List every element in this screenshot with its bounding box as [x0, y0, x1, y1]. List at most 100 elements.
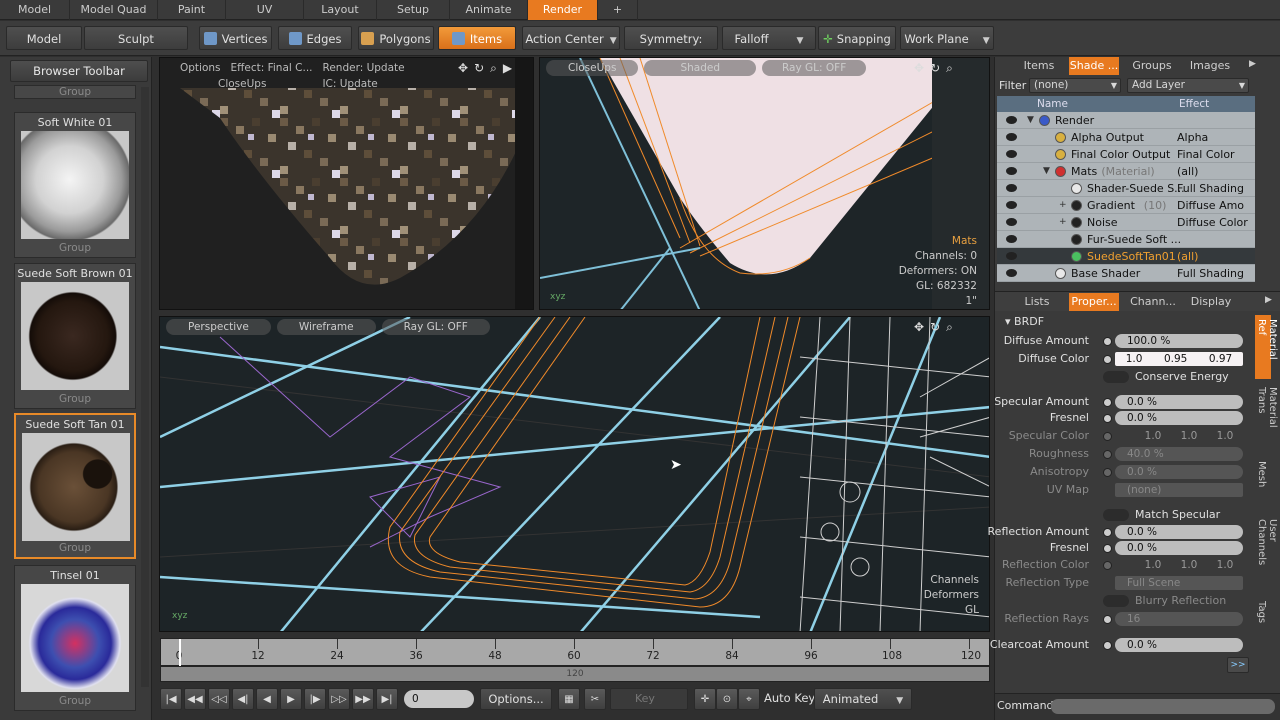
side-tab-material-trans[interactable]: Material Trans [1255, 383, 1278, 453]
preset-card-suede-soft-brown[interactable]: Suede Soft Brown 01 Group [14, 263, 136, 409]
col-effect-header[interactable]: Effect [1179, 96, 1209, 112]
animated-dropdown[interactable]: Animated ▼ [814, 688, 912, 710]
zoom-icon[interactable]: ⌕ [946, 320, 959, 334]
color-r[interactable]: 1.0 [1126, 352, 1143, 366]
blurry-reflection-checkbox[interactable] [1103, 595, 1129, 607]
color-b[interactable]: 0.97 [1209, 352, 1232, 366]
shader-row-effect[interactable]: (all) [1177, 163, 1198, 180]
prev-key-alt-icon[interactable]: ◁◁ [208, 688, 230, 710]
tab-items[interactable]: Items [1015, 57, 1063, 75]
reflection-type-dropdown[interactable]: Full Scene [1115, 576, 1243, 590]
falloff-dropdown[interactable]: Falloff ▼ [722, 26, 816, 50]
closeups-view-dropdown[interactable]: CloseUps [546, 60, 639, 76]
play-icon[interactable]: ▶ [503, 61, 518, 75]
work-plane-dropdown[interactable]: Work Plane ▼ [900, 26, 994, 50]
brdf-section-header[interactable]: ▾ BRDF [1005, 315, 1044, 328]
options-menu[interactable]: Options [180, 62, 221, 78]
visibility-eye-icon[interactable] [1006, 167, 1017, 175]
channel-dot-icon[interactable] [1103, 450, 1112, 459]
color-b[interactable]: 1.0 [1217, 429, 1234, 443]
visibility-eye-icon[interactable] [1006, 235, 1017, 243]
channel-dot-icon[interactable] [1103, 414, 1112, 423]
side-tab-user-channels[interactable]: User Channels [1255, 515, 1278, 589]
sculpt-button[interactable]: Sculpt [84, 26, 188, 50]
current-frame-field[interactable]: 0 [404, 690, 474, 708]
edges-button[interactable]: Edges [278, 26, 352, 50]
reflection-rays-field[interactable]: 16 [1115, 612, 1243, 626]
timeline-ruler[interactable]: 01224364860728496108120 [160, 638, 990, 667]
specular-color-field[interactable]: 1.0 1.0 1.0 [1115, 429, 1243, 443]
tree-scrollbar[interactable] [1257, 112, 1277, 282]
timeline-options-button[interactable]: Options... [480, 688, 552, 710]
preset-card-partial[interactable]: Group [14, 85, 136, 99]
add-layer-dropdown[interactable]: Add Layer ▼ [1127, 78, 1249, 93]
tab-animate[interactable]: Animate [450, 0, 528, 20]
auto-key-label[interactable]: Auto Key [764, 691, 815, 705]
move-icon[interactable]: ✥ [458, 61, 474, 75]
reflection-color-field[interactable]: 1.0 1.0 1.0 [1115, 558, 1243, 572]
visibility-eye-icon[interactable] [1006, 116, 1017, 124]
preset-card-suede-soft-tan[interactable]: Suede Soft Tan 01 Group [14, 413, 136, 559]
fresnel-field[interactable]: 0.0 % [1115, 541, 1243, 555]
channel-dot-icon[interactable] [1103, 468, 1112, 477]
zoom-icon[interactable]: ⌕ [490, 61, 503, 75]
color-g[interactable]: 1.0 [1181, 558, 1198, 572]
closeup-viewport[interactable]: CloseUps Shaded Ray GL: OFF ✥↻⌕ Mats Cha… [539, 57, 990, 310]
last-frame-icon[interactable]: ▶| [376, 688, 398, 710]
collapse-arrow-icon[interactable]: ▼ [1027, 112, 1034, 129]
panel-menu-icon[interactable]: ▶ [1265, 295, 1272, 305]
auto-key-icon[interactable]: ✛ [694, 688, 716, 710]
side-tab-tags[interactable]: Tags [1255, 597, 1271, 631]
side-tab-material-ref[interactable]: Material Ref [1255, 315, 1278, 379]
tab-layout[interactable]: Layout [304, 0, 377, 20]
wireframe-dropdown[interactable]: Wireframe [276, 319, 376, 335]
shader-row-effect[interactable]: Alpha [1177, 129, 1208, 146]
perspective-dropdown[interactable]: Perspective [166, 319, 271, 335]
visibility-eye-icon[interactable] [1006, 150, 1017, 158]
next-key-alt-icon[interactable]: ▶▶ [352, 688, 374, 710]
key-button[interactable]: Key [610, 688, 688, 710]
tab-model[interactable]: Model [0, 0, 70, 20]
filter-dropdown[interactable]: (none) ▼ [1029, 78, 1121, 93]
browser-toolbar-button[interactable]: Browser Toolbar [10, 60, 148, 82]
color-r[interactable]: 1.0 [1145, 558, 1162, 572]
shader-row-effect[interactable]: Final Color [1177, 146, 1235, 163]
shaded-dropdown[interactable]: Shaded [644, 60, 756, 76]
visibility-eye-icon[interactable] [1006, 184, 1017, 192]
move-icon[interactable]: ✥ [914, 320, 930, 334]
clearcoat-amount-field[interactable]: 0.0 % [1115, 638, 1243, 652]
browser-scrollbar[interactable] [141, 87, 149, 687]
shader-tree-row[interactable]: Fur-Suede Soft ... [997, 231, 1255, 248]
add-tab-button[interactable]: + [598, 0, 638, 20]
first-frame-icon[interactable]: |◀ [160, 688, 182, 710]
render-preview-viewport[interactable]: Options Effect: Final C... Render: Updat… [159, 57, 534, 310]
viewport-nav-icons[interactable]: ✥↻⌕▶ [458, 61, 518, 76]
visibility-eye-icon[interactable] [1006, 201, 1017, 209]
preset-card-soft-white[interactable]: Soft White 01 Group [14, 112, 136, 258]
next-frame-icon[interactable]: |▶ [304, 688, 326, 710]
collapse-arrow-icon[interactable]: ▼ [1043, 163, 1050, 180]
conserve-energy-checkbox[interactable] [1103, 371, 1129, 383]
symmetry-dropdown[interactable]: Symmetry: Off▼ [624, 26, 718, 70]
tab-images[interactable]: Images [1183, 57, 1237, 75]
channel-dot-icon[interactable] [1103, 337, 1112, 346]
color-g[interactable]: 0.95 [1164, 352, 1187, 366]
set-key-icon[interactable]: ✂ [584, 688, 606, 710]
polygons-button[interactable]: Polygons [358, 26, 434, 50]
tab-channels[interactable]: Chann... [1125, 293, 1181, 311]
raygl-dropdown[interactable]: Ray GL: OFF [381, 319, 490, 335]
playhead[interactable] [179, 639, 181, 667]
color-b[interactable]: 1.0 [1217, 558, 1234, 572]
rotate-icon[interactable]: ↻ [474, 61, 490, 75]
shader-tree-row[interactable]: + Noise Diffuse Color [997, 214, 1255, 231]
channel-dot-icon[interactable] [1103, 615, 1112, 624]
action-center-dropdown[interactable]: Action Center ▼ [522, 26, 620, 50]
play-icon[interactable]: ▶ [280, 688, 302, 710]
prev-frame-icon[interactable]: ◀| [232, 688, 254, 710]
channel-dot-icon[interactable] [1103, 561, 1112, 570]
channel-dot-icon[interactable] [1103, 641, 1112, 650]
snapping-button[interactable]: ✛ Snapping [818, 26, 896, 50]
shader-row-effect[interactable]: (all) [1177, 248, 1198, 265]
tab-groups[interactable]: Groups [1123, 57, 1181, 75]
model-button[interactable]: Model [6, 26, 82, 50]
